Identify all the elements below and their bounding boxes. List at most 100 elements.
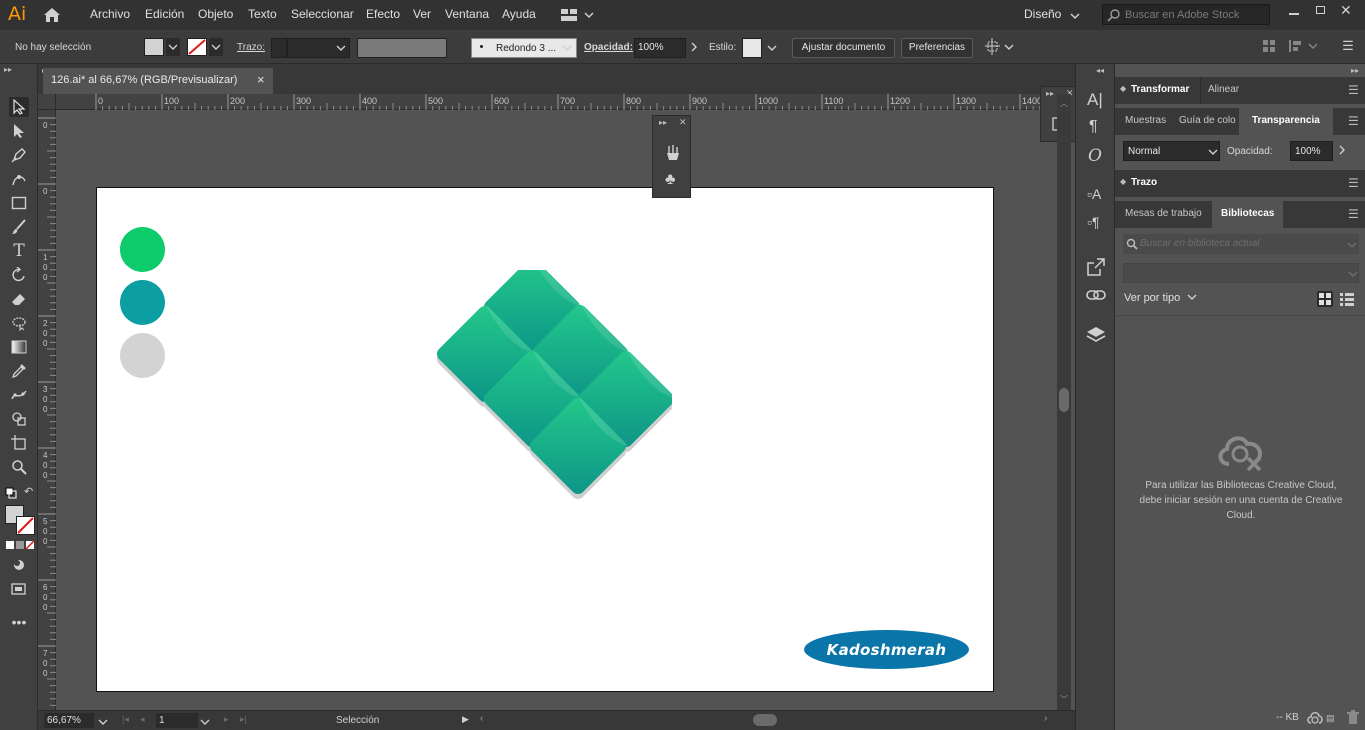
scroll-right-chevron-icon[interactable]: ›: [1044, 713, 1047, 724]
home-icon[interactable]: [42, 6, 62, 24]
canvas-area[interactable]: Kadoshmerah: [56, 110, 1057, 710]
layers-panel-icon[interactable]: [1086, 326, 1106, 344]
stroke-label[interactable]: Trazo:: [237, 42, 265, 53]
color-mode-buttons[interactable]: [6, 540, 35, 550]
library-stock-icon[interactable]: ▤: [1326, 713, 1335, 724]
opacity-input[interactable]: 100%: [634, 38, 686, 58]
artboard-tool-icon[interactable]: [9, 433, 29, 453]
tab-alinear[interactable]: Alinear: [1200, 77, 1246, 104]
menu-archivo[interactable]: Archivo: [90, 7, 130, 21]
align-objects-icon[interactable]: [1262, 38, 1276, 54]
rectangle-tool-icon[interactable]: [9, 193, 29, 213]
stroke-weight-stepper[interactable]: [271, 38, 287, 58]
minimize-window-button[interactable]: [1286, 5, 1302, 17]
free-transform-tool-icon[interactable]: [9, 313, 29, 333]
zoom-chevron-icon[interactable]: [98, 717, 108, 725]
horizontal-scroll-thumb[interactable]: [753, 714, 777, 726]
tab-guia-de-color[interactable]: Guía de colo: [1173, 108, 1239, 135]
menu-ventana[interactable]: Ventana: [445, 7, 489, 21]
symbols-panel-close-icon[interactable]: ✕: [679, 117, 687, 128]
opacity-arrow-icon[interactable]: [690, 42, 698, 52]
links-panel-icon[interactable]: [1086, 288, 1106, 302]
blend-mode-select[interactable]: Normal: [1123, 141, 1220, 161]
menu-ayuda[interactable]: Ayuda: [502, 7, 536, 21]
view-by-type-dropdown[interactable]: Ver por tipo: [1124, 292, 1197, 304]
tab-muestras[interactable]: Muestras: [1115, 108, 1176, 135]
transform-panel-menu-icon[interactable]: ☰: [1348, 83, 1359, 97]
eyedropper-tool-icon[interactable]: [9, 361, 29, 381]
rotate-tool-icon[interactable]: [9, 265, 29, 285]
artboard[interactable]: Kadoshmerah: [96, 187, 994, 692]
fill-swatch[interactable]: [144, 38, 164, 56]
preferences-button[interactable]: Preferencias: [901, 38, 973, 58]
tools-collapse-icon[interactable]: ▸▸: [4, 65, 12, 74]
list-view-icon[interactable]: [1339, 291, 1355, 307]
control-bar-menu-icon[interactable]: ☰: [1339, 38, 1357, 54]
paragraph-panel-icon[interactable]: ¶: [1089, 118, 1098, 136]
previous-artboard-button[interactable]: ◂: [140, 714, 145, 725]
artboards-panel-collapse-icon[interactable]: ▸▸: [1046, 89, 1054, 98]
menu-objeto[interactable]: Objeto: [198, 7, 233, 21]
default-fill-stroke-icon[interactable]: [5, 487, 17, 499]
panel-dock-collapse-icon[interactable]: ▸▸: [1351, 66, 1359, 75]
fill-dropdown-chevron-icon[interactable]: [166, 38, 180, 56]
library-search-input[interactable]: Buscar en biblioteca actual: [1123, 234, 1359, 254]
pen-tool-icon[interactable]: [9, 145, 29, 165]
close-window-button[interactable]: ✕: [1340, 3, 1354, 17]
transform-collapse-icon[interactable]: ◆: [1120, 84, 1126, 93]
swatch-circle-teal[interactable]: [120, 280, 165, 325]
shape-builder-tool-icon[interactable]: [9, 409, 29, 429]
selection-tool-icon[interactable]: [9, 97, 29, 117]
stroke-swatch[interactable]: [187, 38, 207, 56]
chevron-down-icon[interactable]: [1070, 11, 1080, 20]
transparency-panel-menu-icon[interactable]: ☰: [1348, 114, 1359, 128]
restore-window-button[interactable]: [1313, 4, 1327, 16]
horizontal-ruler[interactable]: 0 100 200 300 400 500 600 700 800 900 1000 1100 1200…: [56, 94, 1041, 110]
stroke-color-swatch[interactable]: [16, 516, 35, 535]
gradient-tool-icon[interactable]: [9, 337, 29, 357]
arrange-documents-icon[interactable]: [560, 8, 594, 22]
symbols-club-icon[interactable]: ♣: [665, 171, 676, 189]
swatch-circle-green[interactable]: [120, 227, 165, 272]
last-artboard-button[interactable]: ▸|: [240, 714, 247, 725]
transparency-opacity-arrow-icon[interactable]: [1338, 145, 1346, 155]
document-tab[interactable]: 126.ai* al 66,67% (RGB/Previsualizar) ×: [43, 68, 273, 94]
diamond-tiles-graphic[interactable]: [412, 270, 672, 530]
first-artboard-button[interactable]: |◂: [122, 714, 129, 725]
scroll-up-chevron-icon[interactable]: ︿: [1060, 98, 1068, 109]
paragraph-styles-icon[interactable]: ▫¶: [1087, 214, 1099, 230]
graphic-style-swatch[interactable]: [742, 38, 762, 58]
trash-icon[interactable]: [1347, 710, 1359, 725]
transform-each-icon[interactable]: [984, 37, 1014, 57]
character-styles-icon[interactable]: ▫A: [1087, 186, 1101, 202]
close-icon[interactable]: ×: [257, 68, 265, 92]
stroke-panel-menu-icon[interactable]: ☰: [1348, 176, 1359, 190]
artboard-chevron-icon[interactable]: [200, 717, 210, 725]
opentype-panel-icon[interactable]: O: [1088, 146, 1102, 166]
style-chevron-icon[interactable]: [767, 43, 777, 51]
menu-ver[interactable]: Ver: [413, 7, 431, 21]
tab-bibliotecas[interactable]: Bibliotecas: [1212, 201, 1284, 228]
menu-seleccionar[interactable]: Seleccionar: [291, 7, 354, 21]
stroke-weight-chevron-icon[interactable]: [336, 43, 346, 51]
artboard-number-input[interactable]: 1: [156, 713, 198, 728]
type-tool-icon[interactable]: T: [9, 241, 29, 261]
distribute-objects-icon[interactable]: [1288, 38, 1318, 54]
stroke-collapse-icon[interactable]: ◆: [1120, 177, 1126, 186]
tab-trazo[interactable]: Trazo: [1127, 170, 1162, 197]
export-asset-icon[interactable]: [1086, 257, 1106, 277]
paintbrush-tool-icon[interactable]: [9, 217, 29, 237]
next-artboard-button[interactable]: ▸: [224, 714, 229, 725]
grid-view-icon[interactable]: [1317, 291, 1333, 307]
vertical-scroll-thumb[interactable]: [1059, 388, 1069, 412]
swatch-circle-gray[interactable]: [120, 333, 165, 378]
status-mode-text[interactable]: Selección: [336, 715, 379, 726]
workspace-switcher[interactable]: Diseño: [1024, 7, 1061, 21]
transparency-opacity-label[interactable]: Opacidad:: [1227, 146, 1273, 157]
status-menu-arrow-icon[interactable]: ▶: [462, 714, 469, 725]
screen-mode-icon[interactable]: [9, 579, 29, 599]
tab-transparencia[interactable]: Transparencia: [1239, 108, 1333, 135]
vertical-ruler[interactable]: 00100200300400500600700: [38, 110, 56, 710]
vertical-scrollbar[interactable]: ︿ ﹀: [1057, 94, 1071, 710]
character-panel-icon[interactable]: A|: [1087, 90, 1103, 110]
